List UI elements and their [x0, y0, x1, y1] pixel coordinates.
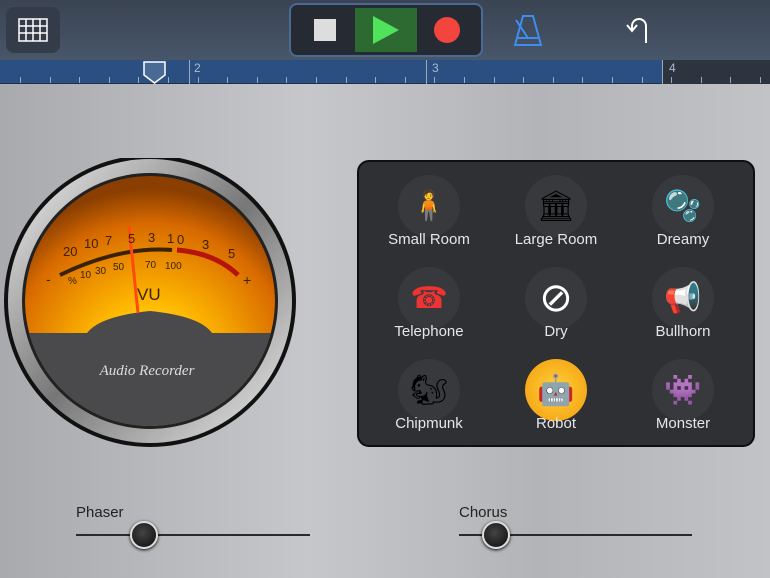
ruler-tick	[493, 77, 495, 83]
bar-marker: 2	[194, 61, 201, 75]
effect-dreamy[interactable]: 🫧 Dreamy	[623, 175, 743, 248]
scale-label: 3	[202, 237, 209, 252]
bullhorn-icon: 📢	[652, 267, 714, 329]
metronome-icon	[513, 15, 543, 46]
effect-dry[interactable]: ⊘ Dry	[496, 267, 616, 340]
timeline-ruler[interactable]: 2 3 4	[0, 60, 770, 84]
chorus-slider-knob[interactable]	[482, 521, 511, 549]
ruler-tick	[404, 77, 406, 83]
toolbar	[0, 0, 770, 60]
ruler-tick	[552, 77, 554, 83]
stop-button[interactable]	[294, 8, 355, 52]
scale-label: 10	[80, 270, 92, 281]
scale-label: 0	[177, 232, 184, 247]
metronome-button[interactable]	[513, 14, 543, 51]
effect-label: Dreamy	[656, 231, 710, 248]
ruler-tick	[49, 77, 51, 83]
effect-bullhorn[interactable]: 📢 Bullhorn	[623, 267, 743, 340]
phaser-slider[interactable]	[76, 521, 310, 549]
ruler-tick	[612, 77, 613, 83]
effect-label: Bullhorn	[655, 323, 711, 340]
effect-robot[interactable]: 🤖 Robot	[496, 359, 616, 432]
play-icon	[372, 16, 399, 44]
ruler-tick	[345, 77, 347, 83]
scale-label: %	[68, 276, 77, 287]
record-icon	[434, 17, 461, 43]
ruler-tick	[108, 77, 110, 83]
ruler-tick	[316, 77, 317, 83]
ruler-tick	[760, 77, 761, 83]
transport-controls	[289, 3, 483, 57]
phaser-slider-knob[interactable]	[129, 521, 158, 549]
ruler-tick	[582, 77, 584, 83]
chipmunk-icon: 🐿	[398, 359, 460, 421]
scale-label: 10	[84, 236, 98, 251]
scale-label: 1	[167, 231, 174, 246]
ruler-tick	[20, 77, 21, 83]
monster-icon: 👾	[652, 359, 714, 421]
effect-label: Telephone	[394, 323, 464, 340]
effect-label: Small Room	[388, 231, 470, 248]
scale-label: 70	[145, 260, 157, 271]
record-button[interactable]	[417, 8, 478, 52]
grid-icon	[18, 18, 48, 42]
effect-label: Robot	[535, 415, 577, 432]
ruler-tick	[434, 77, 436, 83]
ruler-tick	[256, 77, 258, 83]
effect-small-room[interactable]: 🧍 Small Room	[369, 175, 489, 248]
ruler-tick	[375, 77, 377, 83]
bar-marker: 4	[669, 61, 676, 75]
scale-label: 20	[63, 244, 77, 259]
small-room-icon: 🧍	[398, 175, 460, 237]
vu-label: VU	[137, 285, 161, 304]
robot-icon: 🤖	[525, 359, 587, 421]
play-button[interactable]	[355, 8, 417, 52]
effect-label: Dry	[544, 323, 568, 340]
brand-label: Audio Recorder	[99, 363, 195, 379]
ruler-tick	[700, 77, 702, 83]
effect-chipmunk[interactable]: 🐿 Chipmunk	[369, 359, 489, 432]
chorus-slider[interactable]	[459, 521, 692, 549]
effect-large-room[interactable]: 🏛 Large Room	[496, 175, 616, 248]
bar-marker: 3	[432, 61, 439, 75]
scale-label: 100	[165, 261, 182, 272]
ruler-tick	[227, 77, 229, 83]
scale-label: 3	[148, 230, 155, 245]
effect-label: Large Room	[514, 231, 598, 248]
dreamy-icon: 🫧	[652, 175, 714, 237]
stop-icon	[313, 19, 336, 41]
playhead[interactable]	[143, 61, 167, 85]
scale-label: 30	[95, 266, 107, 277]
scale-label: 5	[128, 231, 135, 246]
plus-label: +	[243, 272, 251, 288]
large-room-icon: 🏛	[525, 175, 587, 237]
vu-meter: 20 10 7 5 3 1 0 3 5 % 10 30 50 70 100 - …	[4, 158, 296, 447]
ruler-tick	[464, 77, 465, 83]
ruler-tick	[138, 77, 140, 83]
chorus-label: Chorus	[459, 504, 508, 521]
undo-button[interactable]	[624, 16, 650, 49]
ruler-tick	[79, 77, 81, 83]
dry-icon: ⊘	[525, 267, 587, 329]
ruler-tick	[197, 77, 199, 83]
tracks-view-button[interactable]	[6, 7, 60, 53]
ruler-tick	[730, 77, 732, 83]
effect-monster[interactable]: 👾 Monster	[623, 359, 743, 432]
ruler-tick	[286, 77, 288, 83]
ruler-tick	[641, 77, 643, 83]
ruler-tick	[523, 77, 525, 83]
telephone-icon: ☎	[398, 267, 460, 329]
minus-label: -	[46, 271, 51, 287]
effect-telephone[interactable]: ☎ Telephone	[369, 267, 489, 340]
scale-label: 5	[228, 246, 235, 261]
undo-icon	[626, 18, 647, 43]
effect-label: Chipmunk	[395, 415, 463, 432]
effect-label: Monster	[655, 415, 711, 432]
scale-label: 50	[113, 262, 125, 273]
phaser-label: Phaser	[76, 504, 124, 521]
scale-label: 7	[105, 233, 112, 248]
voice-effects-panel: 🧍 Small Room 🏛 Large Room 🫧 Dreamy ☎ Telepho…	[357, 160, 755, 447]
ruler-tick	[671, 77, 673, 83]
ruler-tick	[168, 77, 169, 83]
